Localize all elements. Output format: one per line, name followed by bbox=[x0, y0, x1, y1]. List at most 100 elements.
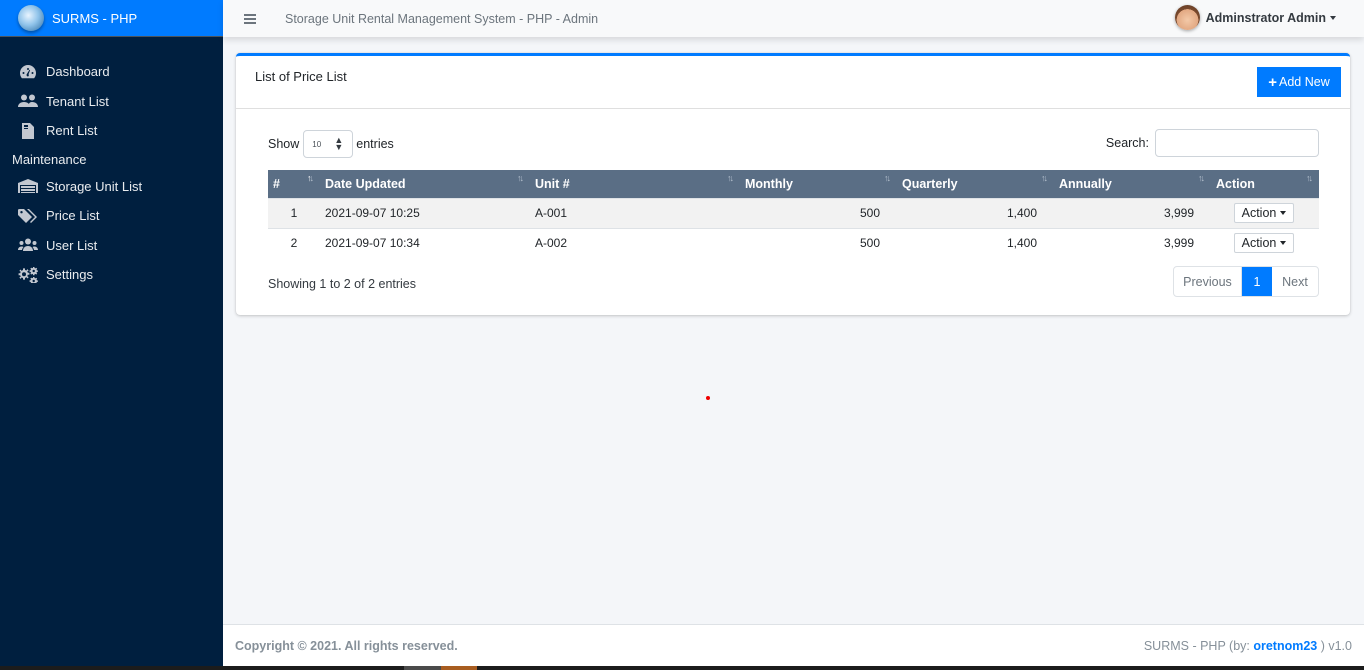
sort-icon: ↑↓ bbox=[1041, 173, 1048, 183]
sort-asc-icon: ↑↓ bbox=[307, 173, 314, 183]
sidebar-item-price-list[interactable]: Price List bbox=[0, 201, 223, 231]
sort-icon: ↑↓ bbox=[1306, 173, 1313, 183]
pagination: Previous 1 Next bbox=[1173, 266, 1319, 297]
users-icon bbox=[18, 92, 38, 110]
action-label: Action bbox=[1241, 206, 1277, 220]
brand-link[interactable]: SURMS - PHP bbox=[0, 0, 223, 37]
tags-icon bbox=[18, 207, 38, 225]
sidebar-item-label: User List bbox=[46, 237, 98, 253]
sort-icon: ↑↓ bbox=[727, 173, 734, 183]
column-header-label: Annually bbox=[1059, 176, 1112, 191]
sidebar-item-tenant-list[interactable]: Tenant List bbox=[0, 87, 223, 117]
taskbar-item[interactable] bbox=[404, 666, 441, 670]
os-taskbar bbox=[0, 666, 1364, 670]
table-row: 1 2021-09-07 10:25 A-001 500 1,400 3,999… bbox=[268, 197, 1319, 228]
entries-length-value: 10 bbox=[312, 139, 322, 149]
users-cog-icon bbox=[18, 236, 38, 254]
column-header-annually[interactable]: Annually ↑↓ bbox=[1054, 170, 1211, 198]
column-header-label: Unit # bbox=[535, 176, 570, 191]
page-footer: Copyright © 2021. All rights reserved. S… bbox=[223, 624, 1364, 666]
cell-quarterly: 1,400 bbox=[897, 227, 1054, 258]
pagination-page-1[interactable]: 1 bbox=[1242, 267, 1272, 296]
column-header-monthly[interactable]: Monthly ↑↓ bbox=[740, 170, 897, 198]
show-label: Show bbox=[268, 137, 300, 151]
credit-prefix: SURMS - PHP (by: bbox=[1143, 639, 1254, 653]
credit-suffix: ) v1.0 bbox=[1317, 639, 1352, 653]
search-label: Search: bbox=[1105, 136, 1149, 150]
avatar bbox=[1174, 5, 1200, 30]
entries-info: Showing 1 to 2 of 2 entries bbox=[268, 277, 417, 291]
cell-unit: A-002 bbox=[530, 227, 740, 258]
sidebar-item-user-list[interactable]: User List bbox=[0, 231, 223, 261]
select-updown-icon: ▲ ▼ bbox=[334, 135, 344, 152]
hamburger-menu-icon[interactable] bbox=[244, 12, 256, 26]
pagination-next[interactable]: Next bbox=[1272, 267, 1318, 296]
entries-label: entries bbox=[356, 137, 394, 151]
cell-action: Action bbox=[1211, 197, 1319, 228]
sidebar-section-maintenance: Maintenance bbox=[12, 152, 87, 167]
card-header: List of Price List + Add New bbox=[236, 56, 1350, 109]
column-header-label: Quarterly bbox=[902, 176, 958, 191]
sidebar-item-storage-unit-list[interactable]: Storage Unit List bbox=[0, 172, 223, 202]
action-label: Action bbox=[1241, 236, 1277, 251]
price-list-table: # ↑↓ Date Updated ↑↓ Unit # ↑↓ Monthly ↑… bbox=[268, 170, 1319, 258]
cogs-icon bbox=[18, 266, 38, 284]
sidebar-item-dashboard[interactable]: Dashboard bbox=[0, 57, 223, 87]
datatable-footer: Showing 1 to 2 of 2 entries Previous 1 N… bbox=[268, 266, 1319, 298]
table-header-row: # ↑↓ Date Updated ↑↓ Unit # ↑↓ Monthly ↑… bbox=[268, 170, 1319, 198]
sidebar: SURMS - PHP Dashboard Tenant List Rent L… bbox=[0, 0, 223, 666]
column-header-quarterly[interactable]: Quarterly ↑↓ bbox=[897, 170, 1054, 198]
column-header-index[interactable]: # ↑↓ bbox=[268, 170, 320, 198]
sidebar-item-label: Settings bbox=[46, 267, 93, 283]
sidebar-item-rent-list[interactable]: Rent List bbox=[0, 116, 223, 146]
entries-length-select[interactable]: 10 ▲ ▼ bbox=[303, 130, 354, 158]
cell-annually: 3,999 bbox=[1054, 227, 1211, 258]
search-input[interactable] bbox=[1155, 129, 1319, 157]
action-dropdown-button[interactable]: Action bbox=[1234, 203, 1294, 223]
caret-down-icon bbox=[1280, 241, 1287, 246]
cell-quarterly: 1,400 bbox=[897, 197, 1054, 228]
cell-monthly: 500 bbox=[740, 227, 897, 258]
column-header-date-updated[interactable]: Date Updated ↑↓ bbox=[320, 170, 530, 198]
cell-date-updated: 2021-09-07 10:34 bbox=[320, 227, 530, 258]
add-new-label: Add New bbox=[1279, 75, 1330, 89]
column-header-label: Monthly bbox=[745, 176, 793, 191]
table-row: 2 2021-09-07 10:34 A-002 500 1,400 3,999… bbox=[268, 227, 1319, 258]
caret-down-icon bbox=[1330, 15, 1336, 20]
caret-down-icon bbox=[1280, 211, 1287, 215]
sort-icon: ↑↓ bbox=[1198, 173, 1205, 183]
file-invoice-icon bbox=[18, 122, 38, 140]
footer-credit: SURMS - PHP (by: oretnom23 ) v1.0 bbox=[1144, 639, 1352, 653]
brand-name: SURMS - PHP bbox=[52, 10, 138, 26]
sidebar-item-settings[interactable]: Settings bbox=[0, 260, 223, 290]
column-header-label: # bbox=[273, 176, 280, 191]
cell-date-updated: 2021-09-07 10:25 bbox=[320, 197, 530, 228]
column-header-label: Action bbox=[1216, 176, 1255, 191]
brand-logo bbox=[18, 5, 44, 31]
sort-icon: ↑↓ bbox=[517, 173, 524, 183]
add-new-button[interactable]: + Add New bbox=[1257, 67, 1341, 97]
cursor-marker bbox=[706, 396, 710, 400]
sidebar-item-label: Price List bbox=[46, 208, 100, 224]
cell-index: 2 bbox=[268, 227, 320, 258]
user-menu-dropdown[interactable]: Adminstrator Admin bbox=[1174, 5, 1336, 30]
column-header-action[interactable]: Action ↑↓ bbox=[1211, 170, 1319, 198]
author-link[interactable]: oretnom23 bbox=[1253, 639, 1317, 653]
sidebar-item-label: Rent List bbox=[46, 123, 98, 139]
system-title: Storage Unit Rental Management System - … bbox=[285, 11, 599, 26]
topbar: Storage Unit Rental Management System - … bbox=[223, 0, 1364, 37]
sidebar-nav: Dashboard Tenant List Rent List Maintena… bbox=[0, 37, 223, 290]
search-control: Search: bbox=[1106, 129, 1319, 157]
user-name: Adminstrator Admin bbox=[1205, 10, 1326, 25]
pagination-previous[interactable]: Previous bbox=[1174, 267, 1242, 296]
card-title: List of Price List bbox=[255, 69, 347, 84]
cell-annually: 3,999 bbox=[1054, 197, 1211, 228]
cell-monthly: 500 bbox=[740, 197, 897, 228]
datatable-controls: Show 10 ▲ ▼ entries Search: bbox=[268, 129, 1319, 159]
action-dropdown-button[interactable]: Action bbox=[1234, 233, 1294, 254]
sidebar-item-label: Tenant List bbox=[46, 93, 109, 109]
taskbar-item[interactable] bbox=[441, 666, 477, 670]
column-header-label: Date Updated bbox=[325, 176, 406, 191]
sort-icon: ↑↓ bbox=[884, 173, 891, 183]
column-header-unit[interactable]: Unit # ↑↓ bbox=[530, 170, 740, 198]
